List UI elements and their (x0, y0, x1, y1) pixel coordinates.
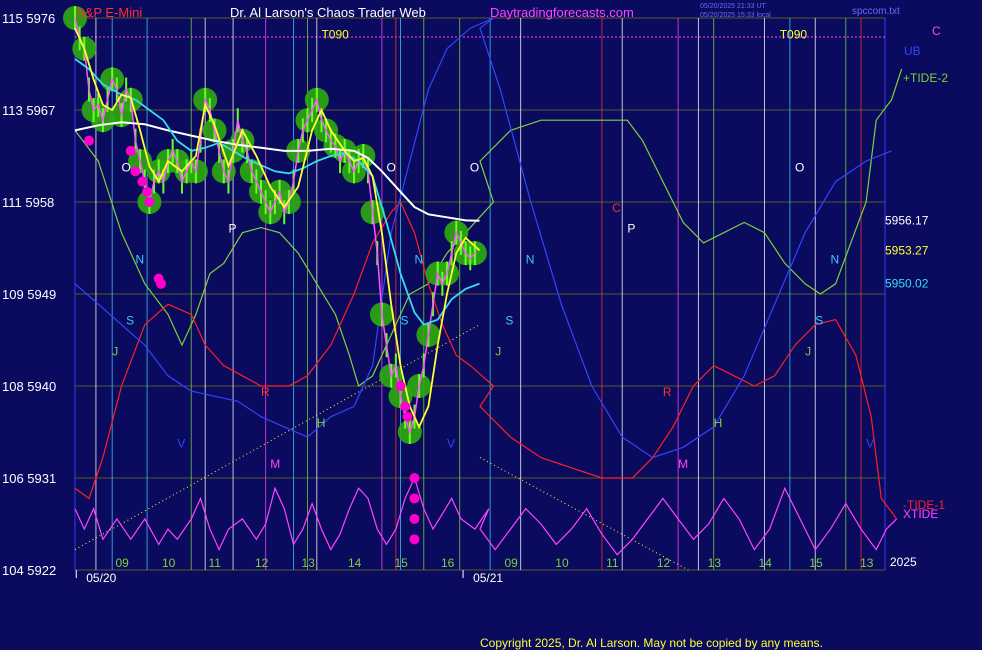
x-tick-label: 13 (860, 556, 874, 570)
y-tick-label: 106 5931 (2, 471, 56, 486)
price-marker (409, 534, 420, 545)
y-tick-label: 104 5922 (2, 563, 56, 578)
price-marker (409, 513, 420, 524)
cycle-annotation: S (815, 314, 823, 328)
average-lines (74, 27, 481, 430)
cycle-annotation: R (663, 385, 672, 399)
x-tick-label: 15 (809, 556, 823, 570)
price-marker (125, 145, 136, 156)
legend-label: C (932, 24, 941, 38)
cycle-annotation: N (831, 252, 840, 266)
price-marker (156, 278, 167, 289)
cycle-annotation: N (526, 252, 535, 266)
cycle-annotation: J (495, 344, 501, 358)
x-tick-label: 12 (657, 556, 671, 570)
price-marker (130, 166, 141, 177)
cycle-annotation: O (387, 160, 396, 174)
average-line (74, 27, 481, 430)
cycle-annotation: R (261, 385, 270, 399)
data-file-name: spccom.txt (852, 6, 900, 17)
legend-label: +TIDE-2 (903, 71, 948, 85)
cycle-annotation: H (714, 416, 723, 430)
cycle-annotation: V (447, 436, 455, 450)
site-link[interactable]: Daytradingforecasts.com (490, 5, 634, 20)
cycle-annotation: S (505, 314, 513, 328)
series-line (74, 17, 892, 459)
timestamp-local: 05/20/2025 15:33 local (700, 12, 771, 19)
x-tick-label: 09 (116, 556, 130, 570)
x-tick-label: 16 (441, 556, 455, 570)
y-tick-label: 115 5976 (2, 11, 55, 26)
x-tick-label: 13 (302, 556, 316, 570)
chaos-chart: T090 T090 O O O O P P N N N N S S S S J J J R R H H V V V M M C 115 … (2, 3, 948, 650)
cycle-annotation: C (612, 201, 621, 215)
price-marker (400, 401, 411, 412)
price-line (74, 17, 476, 435)
legend-label: XTIDE (903, 507, 938, 521)
cycle-annotation: V (866, 436, 874, 450)
cycle-annotation: O (795, 160, 804, 174)
price-marker (83, 135, 94, 146)
cycle-annotation: J (805, 344, 811, 358)
annotations: T090 T090 O O O O P P N N N N S S S S J J J R R H H V V V M M C (112, 27, 874, 470)
cycle-annotation: S (126, 314, 134, 328)
year-label: 2025 (890, 555, 917, 569)
cycle-annotation: J (112, 344, 118, 358)
x-tick-label: 11 (606, 556, 619, 570)
cycle-annotation: V (177, 436, 185, 450)
value-readout: 5953.27 (885, 243, 929, 257)
x-tick-label: 10 (162, 556, 176, 570)
value-readout: 5950.02 (885, 277, 929, 291)
cycle-annotation: T090 (780, 27, 808, 41)
legend: CUB+TIDE-2-TIDE-1XTIDE (903, 24, 948, 521)
x-tick-label: 11 (209, 556, 222, 570)
cycle-annotation: N (135, 252, 144, 266)
cycle-annotation: S (401, 314, 409, 328)
cycle-annotation: H (317, 416, 326, 430)
price-marker (402, 411, 413, 422)
y-tick-label: 109 5949 (2, 287, 56, 302)
cycle-annotation: O (122, 160, 131, 174)
cycle-annotation: P (228, 222, 236, 236)
chart-title: Dr. Al Larson's Chaos Trader Web (230, 5, 426, 20)
legend-label: UB (904, 44, 921, 58)
y-axis: 115 5976 113 5967 111 5958 109 5949 108 5940… (2, 11, 56, 578)
x-tick-label: 10 (555, 556, 569, 570)
price-marker (142, 186, 153, 197)
copyright-notice: Copyright 2025, Dr. Al Larson. May not b… (480, 636, 823, 650)
series-line (74, 68, 903, 387)
x-tick-label: 09 (504, 556, 518, 570)
cycle-annotation: M (678, 457, 688, 471)
value-readout: 5956.17 (885, 214, 929, 228)
timestamp-ut: 05/20/2025 21:33 UT (700, 3, 766, 10)
series-line (74, 476, 898, 556)
x-tick-label: 12 (255, 556, 269, 570)
instrument-title: S&P E-Mini (76, 5, 142, 20)
date-label: 05/20 (86, 571, 116, 585)
cycle-annotation: T090 (321, 27, 349, 41)
price-marker (144, 197, 155, 207)
x-tick-label: 13 (708, 556, 722, 570)
cycle-annotation: O (470, 160, 479, 174)
price-marker (395, 381, 406, 391)
cycle-annotation: N (414, 252, 423, 266)
price-marker (409, 493, 420, 504)
readouts: 5956.17 5953.27 5950.02 (885, 214, 929, 291)
cycle-annotation: P (627, 222, 635, 236)
y-tick-label: 113 5967 (2, 103, 55, 118)
x-tick-label: 14 (758, 556, 772, 570)
y-tick-label: 111 5958 (2, 195, 54, 210)
dotted-line (479, 457, 689, 571)
y-tick-label: 108 5940 (2, 379, 56, 394)
price-marker (409, 473, 420, 483)
x-tick-label: 15 (395, 556, 409, 570)
price-marker (137, 176, 148, 187)
cycle-annotation: M (270, 457, 280, 471)
x-tick-label: 14 (348, 556, 362, 570)
date-label: 05/21 (473, 571, 503, 585)
